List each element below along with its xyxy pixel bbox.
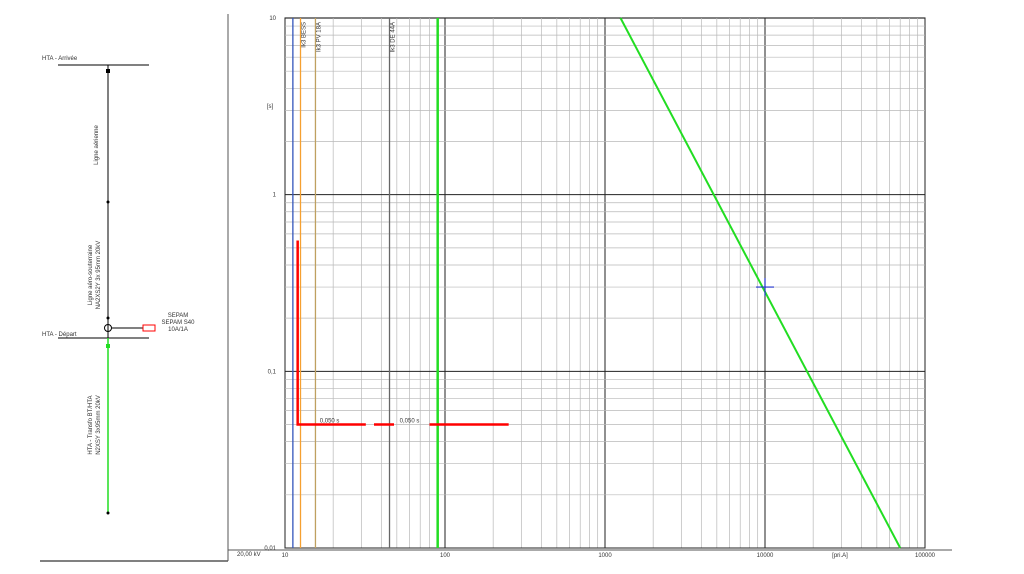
- relay-label-3: 10A/1A: [168, 327, 188, 333]
- cable-label-transfo-spec: N2XSY 3x95mm 20kV: [96, 395, 102, 455]
- busbar-depart-label: HTA - Départ: [42, 332, 77, 338]
- cable-label-aero: Ligne aéro-souterraine: [88, 244, 94, 305]
- y-tick-label: 0,1: [268, 369, 277, 375]
- x-tick-label: 10: [282, 553, 289, 559]
- relay-box: [142, 324, 156, 332]
- x-tick-label: 100: [440, 553, 451, 559]
- time-label: 0,050 s: [320, 419, 340, 425]
- x-tick-label: 1000: [598, 553, 612, 559]
- y-axis-label: [s]: [267, 104, 274, 110]
- line-node-2: [106, 316, 110, 320]
- cable-label-transfo: HTA - Transfo BT/HTA: [88, 395, 94, 454]
- y-tick-label: 10: [269, 16, 276, 22]
- y-tick-label: 1: [273, 193, 277, 199]
- voltage-label: 20,00 kV: [237, 552, 261, 558]
- y-tick-label: 0,01: [264, 546, 276, 552]
- marker-annotation: Ik3 DE 44A: [391, 22, 397, 52]
- feeder-end-node: [106, 511, 110, 515]
- depart-node: [106, 344, 110, 348]
- line-node-1: [106, 200, 110, 204]
- marker-annotation: Ik3 BESS: [302, 22, 308, 48]
- marker-annotation: Ik3 PV 18A: [316, 22, 322, 52]
- relay-label-1: SEPAM: [168, 313, 189, 319]
- arrival-node: [106, 69, 110, 73]
- cable-label-overhead: Ligne aérienne: [94, 124, 100, 164]
- x-tick-label: 100000: [915, 553, 936, 559]
- cable-label-aero-spec: NA2XS2Y 3x 95mm 20kV: [96, 241, 102, 310]
- single-line-diagram: HTA - Arrivée HTA - Départ SEPAM SEPAM S…: [40, 56, 228, 562]
- busbar-arrivee-label: HTA - Arrivée: [42, 56, 78, 62]
- relay-label-2: SEPAM S40: [162, 320, 196, 326]
- x-tick-label: 10000: [757, 553, 774, 559]
- chart-grid: [284, 17, 926, 549]
- time-label: 0,050 s: [400, 419, 420, 425]
- protection-coordination-figure: HTA - Arrivée HTA - Départ SEPAM SEPAM S…: [40, 14, 952, 562]
- x-axis-label: [pri.A]: [832, 553, 848, 559]
